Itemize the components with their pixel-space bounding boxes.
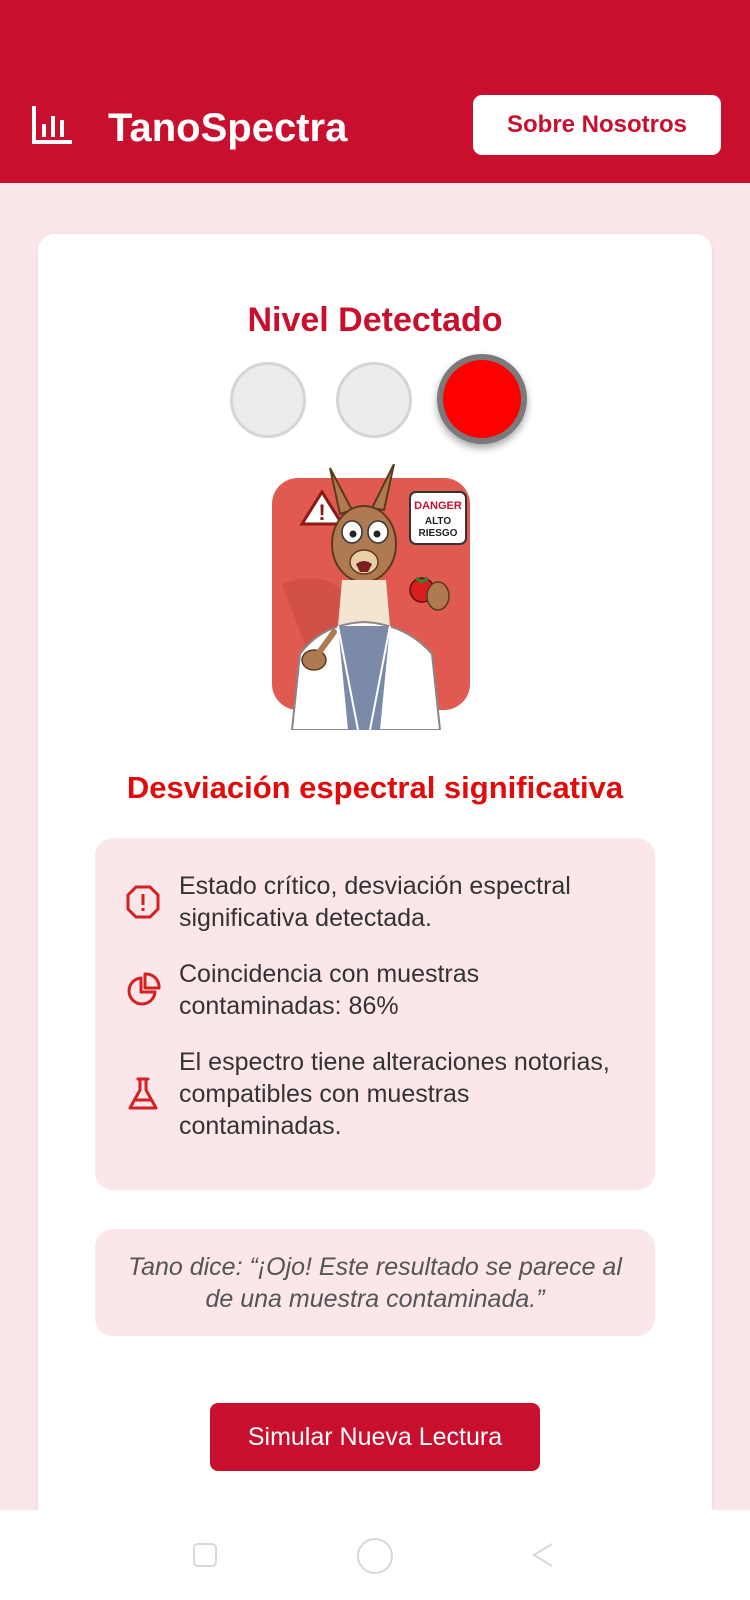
flask-icon [128,1077,158,1110]
bar-chart-icon [32,106,72,144]
simulate-new-reading-button[interactable]: Simular Nueva Lectura [210,1403,540,1471]
detail-text-match: Coincidencia con muestras contaminadas: … [179,960,480,1020]
about-us-button[interactable]: Sobre Nosotros [473,95,721,155]
traffic-light-green [230,362,306,438]
traffic-light-red [437,354,527,444]
pie-chart-icon [127,972,161,1006]
traffic-light-yellow [336,362,412,438]
mascot-quote: Tano dice: “¡Ojo! Este resultado se pare… [95,1229,655,1336]
system-navigation-bar [0,1510,750,1600]
detail-text-spectrum: El espectro tiene alteraciones notorias,… [179,1048,610,1140]
app-title: TanoSpectra [108,106,348,150]
status-title: Desviación espectral significativa [126,770,624,805]
detail-text-status: Estado crítico, desviación espectral sig… [179,872,571,932]
sign-alto: ALTO [425,516,452,527]
level-title: Nivel Detectado [247,301,503,339]
app-header [0,0,750,183]
detail-item-status: Estado crítico, desviación espectral sig… [125,870,625,934]
sign-riesgo: RIESGO [419,528,458,539]
home-icon[interactable] [355,1536,395,1576]
detail-item-spectrum: El espectro tiene alteraciones notorias,… [125,1046,625,1142]
svg-text:!: ! [318,500,325,525]
back-icon[interactable] [528,1540,558,1570]
alert-octagon-icon [126,885,160,919]
recent-apps-icon[interactable] [190,1540,220,1570]
llama-scientist-illustration: ! DANGER ALTO RIESGO [272,464,470,730]
detail-item-match: Coincidencia con muestras contaminadas: … [125,958,625,1022]
sign-danger: DANGER [414,500,462,512]
